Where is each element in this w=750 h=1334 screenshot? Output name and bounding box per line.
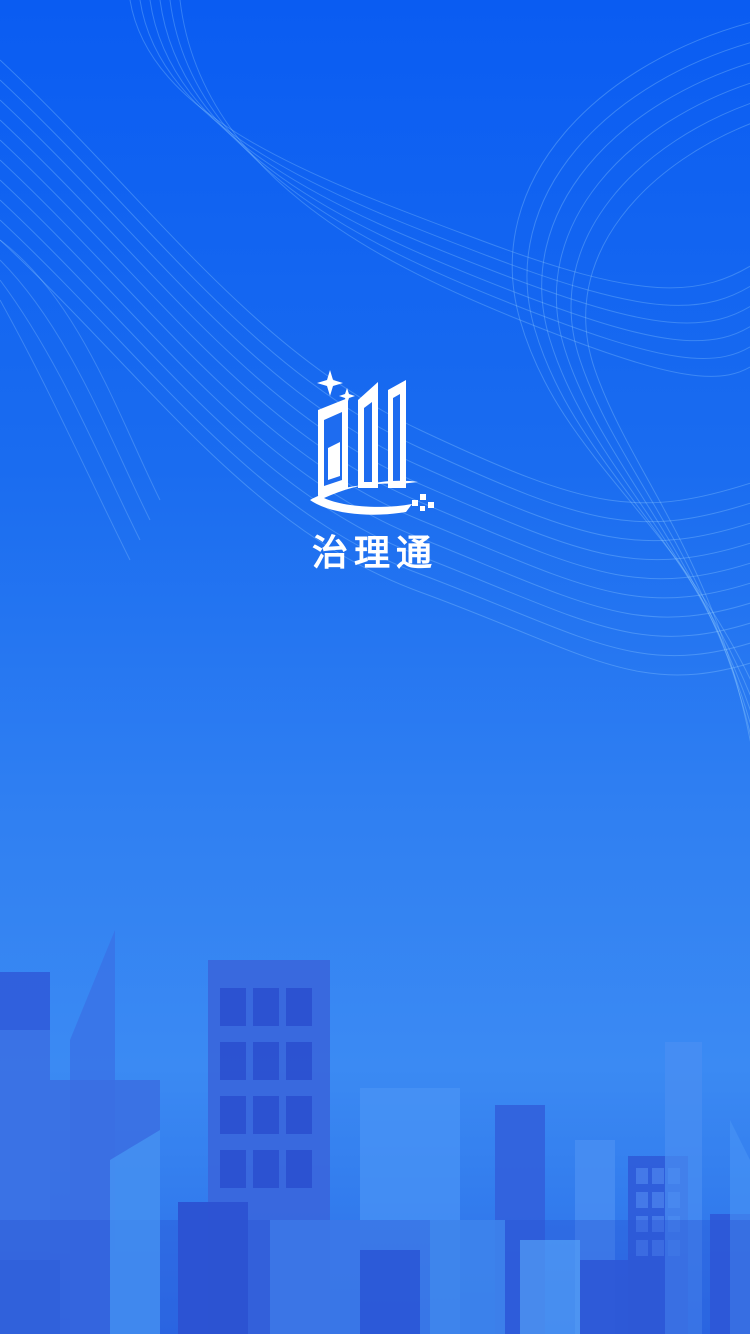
app-name: 治理通: [311, 533, 438, 574]
logo-group: 治理通: [0, 360, 750, 578]
city-skyline-illustration: [0, 930, 750, 1334]
city-buildings-logo-icon: [310, 370, 434, 515]
splash-screen: 治理通: [0, 0, 750, 1334]
